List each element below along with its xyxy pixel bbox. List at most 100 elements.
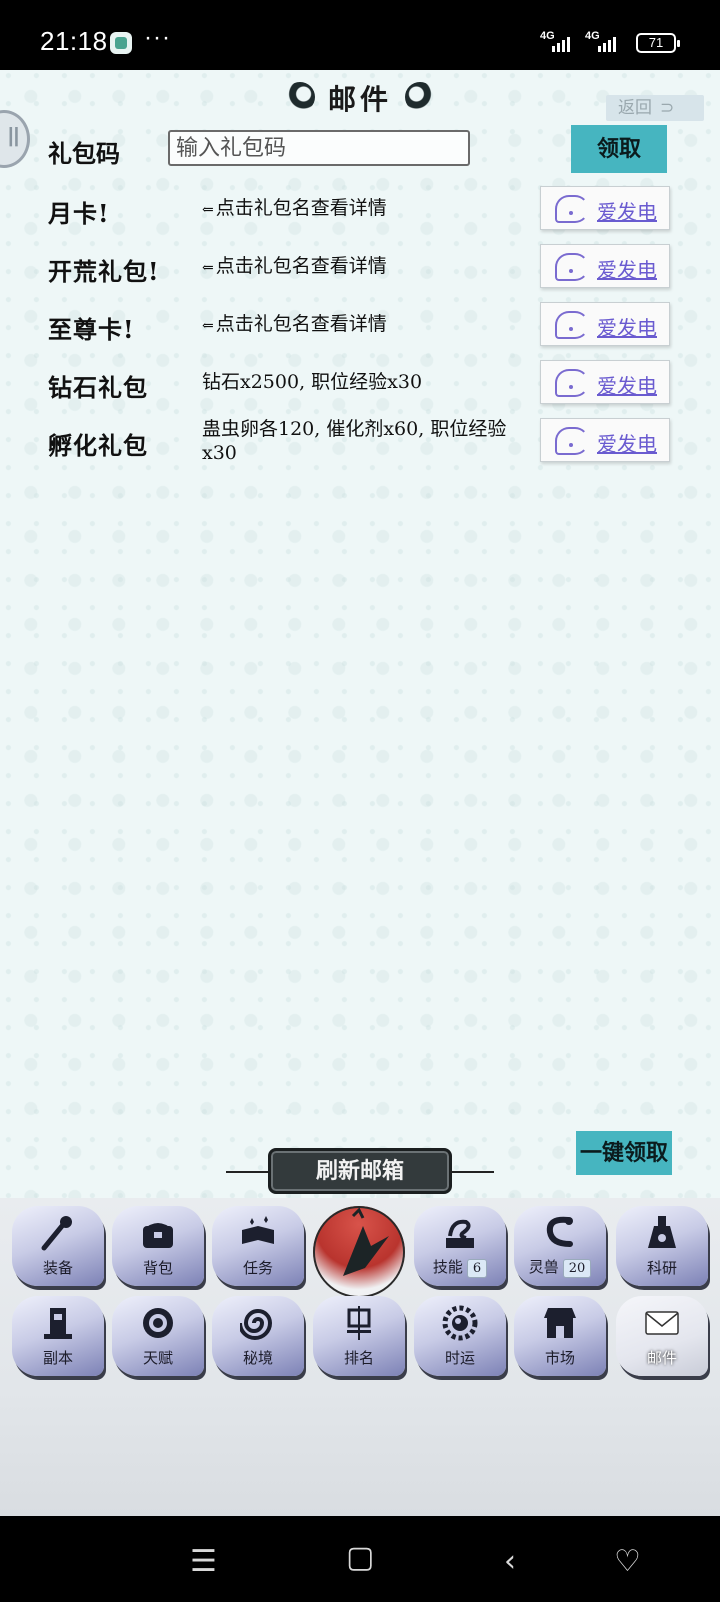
swirl-ornament-icon bbox=[285, 82, 315, 112]
menu-label: 灵兽 20 bbox=[514, 1256, 606, 1278]
menu-ranking-button[interactable]: 排名 bbox=[313, 1296, 405, 1376]
menu-label: 装备 bbox=[42, 1259, 73, 1277]
swirl-ornament-icon bbox=[405, 82, 435, 112]
menu-label: 背包 bbox=[142, 1259, 173, 1277]
menu-skills-button[interactable]: 技能 6 bbox=[414, 1206, 506, 1286]
package-name[interactable]: 至尊卡! bbox=[48, 310, 135, 345]
battery-icon: 71 bbox=[636, 33, 680, 53]
page-title: 邮件 bbox=[327, 83, 392, 116]
afdian-label: 爱发电 bbox=[597, 374, 657, 398]
menu-backpack-button[interactable]: 背包 bbox=[112, 1206, 204, 1286]
menu-market-button[interactable]: 市场 bbox=[514, 1296, 606, 1376]
serpent-icon bbox=[546, 1216, 573, 1247]
afdian-label: 爱发电 bbox=[597, 200, 657, 224]
emblem-logo-icon[interactable] bbox=[313, 1206, 405, 1298]
menu-beast-button[interactable]: 灵兽 20 bbox=[514, 1206, 606, 1286]
afdian-button[interactable]: 爱发电 bbox=[540, 186, 670, 230]
package-name[interactable]: 月卡! bbox=[48, 194, 110, 229]
afdian-logo-icon bbox=[555, 195, 589, 223]
main-menu: 装备 背包 任务 技能 6 灵兽 20 科研 副本 天赋 秘境 排名 时运 市场… bbox=[0, 1198, 720, 1516]
banner-icon bbox=[347, 1306, 371, 1340]
package-list: 月卡! ⇐ 点击礼包名查看详情 爱发电 开荒礼包! ⇐ 点击礼包名查看详情 爱发电 … bbox=[0, 182, 720, 472]
menu-label: 技能 6 bbox=[414, 1256, 506, 1278]
divider bbox=[450, 1171, 494, 1173]
afdian-button[interactable]: 爱发电 bbox=[540, 360, 670, 404]
afdian-button[interactable]: 爱发电 bbox=[540, 418, 670, 462]
more-notifications-icon: ··· bbox=[144, 24, 171, 51]
menu-secret-realm-button[interactable]: 秘境 bbox=[212, 1296, 304, 1376]
status-bar: 21:18 ··· 4G 4G 71 bbox=[0, 0, 720, 70]
list-item: 开荒礼包! ⇐ 点击礼包名查看详情 爱发电 bbox=[0, 240, 720, 298]
package-desc: ⇐ 点击礼包名查看详情 bbox=[202, 196, 532, 222]
claim-all-button[interactable]: 一键领取 bbox=[576, 1131, 672, 1175]
list-item: 孵化礼包 蛊虫卵各120, 催化剂x60, 职位经验x30 爱发电 bbox=[0, 414, 720, 472]
afdian-button[interactable]: 爱发电 bbox=[540, 244, 670, 288]
signal-bars-1-icon bbox=[552, 34, 570, 52]
menu-talent-button[interactable]: 天赋 bbox=[112, 1296, 204, 1376]
afdian-label: 爱发电 bbox=[597, 258, 657, 282]
app-notification-icon bbox=[110, 32, 132, 54]
home-icon[interactable]: ▢ bbox=[346, 1540, 374, 1575]
refresh-mailbox-button[interactable]: 刷新邮箱 bbox=[268, 1148, 452, 1194]
system-nav-bar: ☰ ▢ ‹ ♡ bbox=[0, 1516, 720, 1602]
dragon-book-icon bbox=[446, 1219, 474, 1248]
menu-dungeon-button[interactable]: 副本 bbox=[12, 1296, 104, 1376]
afdian-logo-icon bbox=[555, 427, 589, 455]
shop-icon bbox=[544, 1308, 576, 1338]
list-item: 钻石礼包 钻石x2500, 职位经验x30 爱发电 bbox=[0, 356, 720, 414]
menu-label-text: 技能 bbox=[432, 1258, 463, 1276]
menu-label: 市场 bbox=[544, 1349, 575, 1367]
package-desc-text: 点击礼包名查看详情 bbox=[215, 197, 387, 219]
afdian-button[interactable]: 爱发电 bbox=[540, 302, 670, 346]
menu-label: 排名 bbox=[343, 1349, 374, 1367]
package-desc-text: 点击礼包名查看详情 bbox=[215, 313, 387, 335]
chest-icon bbox=[143, 1223, 173, 1248]
package-name[interactable]: 开荒礼包! bbox=[48, 252, 160, 287]
menu-label: 任务 bbox=[242, 1259, 273, 1277]
package-desc-text: 点击礼包名查看详情 bbox=[215, 255, 387, 277]
package-name[interactable]: 钻石礼包 bbox=[48, 368, 148, 403]
menu-fortune-button[interactable]: 时运 bbox=[414, 1296, 506, 1376]
menu-label: 天赋 bbox=[142, 1349, 173, 1367]
package-desc: 蛊虫卵各120, 催化剂x60, 职位经验x30 bbox=[202, 418, 507, 464]
menu-research-button[interactable]: 科研 bbox=[616, 1206, 708, 1286]
menu-label-text: 灵兽 bbox=[528, 1258, 559, 1276]
fortune-icon bbox=[442, 1305, 478, 1341]
back-label: 返回 bbox=[618, 98, 652, 117]
afdian-label: 爱发电 bbox=[597, 316, 657, 340]
list-item: 月卡! ⇐ 点击礼包名查看详情 爱发电 bbox=[0, 182, 720, 240]
afdian-logo-icon bbox=[555, 369, 589, 397]
menu-quest-button[interactable]: 任务 bbox=[212, 1206, 304, 1286]
afdian-logo-icon bbox=[555, 253, 589, 281]
menu-label: 科研 bbox=[646, 1259, 677, 1277]
claim-code-button[interactable]: 领取 bbox=[571, 125, 667, 173]
refresh-mailbox-area: 刷新邮箱 bbox=[220, 1148, 500, 1196]
afdian-logo-icon bbox=[555, 311, 589, 339]
gift-code-label: 礼包码 bbox=[48, 139, 120, 168]
back-button[interactable]: 返回 ⊃ bbox=[606, 95, 704, 121]
menu-icon[interactable]: ☰ bbox=[190, 1544, 217, 1579]
back-icon[interactable]: ‹ bbox=[504, 1544, 516, 1579]
afdian-label: 爱发电 bbox=[597, 432, 657, 456]
skills-count-badge: 6 bbox=[466, 1259, 488, 1278]
menu-mail-button[interactable]: 邮件 bbox=[616, 1296, 708, 1376]
mail-screen: 邮件 返回⊃ 礼包码 领取 月卡! ⇐点击礼包名查看详情 爱发电 开荒礼包! ⇐… bbox=[0, 70, 720, 1516]
divider bbox=[226, 1171, 270, 1173]
signal-bars-2-icon bbox=[598, 34, 616, 52]
left-arrow-icon: ⇐ bbox=[202, 260, 214, 276]
gift-code-input[interactable] bbox=[168, 130, 470, 166]
menu-label: 时运 bbox=[444, 1349, 475, 1367]
spiral-icon bbox=[240, 1309, 273, 1340]
torch-icon bbox=[41, 1216, 72, 1251]
assistant-icon[interactable]: ♡ bbox=[614, 1544, 641, 1579]
package-name[interactable]: 孵化礼包 bbox=[48, 426, 148, 461]
back-arrow-icon: ⊃ bbox=[660, 98, 675, 117]
package-desc: 钻石x2500, 职位经验x30 bbox=[202, 371, 423, 393]
menu-equipment-button[interactable]: 装备 bbox=[12, 1206, 104, 1286]
book-icon bbox=[242, 1216, 274, 1244]
left-arrow-icon: ⇐ bbox=[202, 318, 214, 334]
left-arrow-icon: ⇐ bbox=[202, 202, 214, 218]
menu-label: 秘境 bbox=[242, 1349, 273, 1367]
list-item: 至尊卡! ⇐ 点击礼包名查看详情 爱发电 bbox=[0, 298, 720, 356]
mail-icon bbox=[645, 1311, 679, 1335]
